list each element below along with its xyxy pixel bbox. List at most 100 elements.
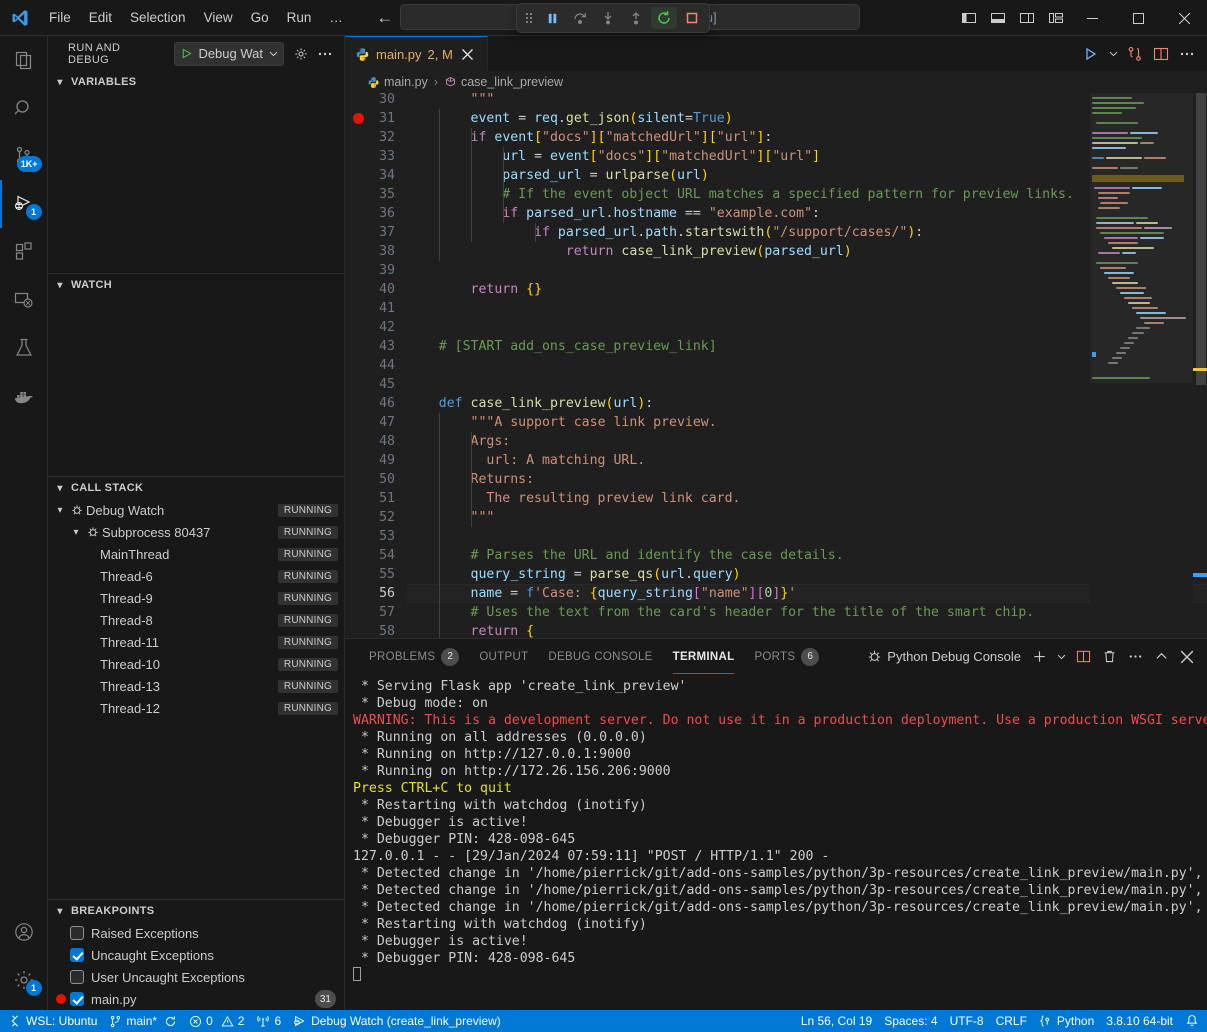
code-line[interactable]: return {} — [407, 280, 542, 299]
code-line[interactable]: query_string = parse_qs(url.query) — [407, 565, 741, 584]
status-remote-indicator[interactable]: WSL: Ubuntu — [2, 1010, 103, 1032]
terminal-output[interactable]: * Serving Flask app 'create_link_preview… — [345, 674, 1207, 1010]
toggle-primary-sidebar-icon[interactable] — [956, 6, 982, 30]
tab-ports[interactable]: PORTS 6 — [744, 639, 829, 674]
callstack-row[interactable]: ▾Debug WatchRUNNING — [48, 499, 344, 521]
activitybar-item-manage-settings[interactable]: 1 — [0, 956, 48, 1004]
activitybar-item-extensions[interactable] — [0, 228, 48, 276]
code-line[interactable]: def case_link_preview(url): — [407, 394, 653, 413]
breadcrumb-symbol[interactable]: case_link_preview — [461, 75, 563, 89]
terminal-selector[interactable]: Python Debug Console — [862, 645, 1026, 669]
code-line[interactable]: url = event["docs"]["matchedUrl"]["url"] — [407, 147, 820, 166]
split-editor-button[interactable] — [1149, 42, 1173, 66]
step-into-button[interactable] — [595, 7, 621, 29]
chevron-down-icon[interactable]: ▾ — [52, 505, 68, 516]
breakpoint-row[interactable]: Raised Exceptions — [48, 922, 344, 944]
restart-button[interactable] — [651, 7, 677, 29]
minimize-button[interactable] — [1069, 0, 1115, 36]
editor-vertical-scrollbar[interactable] — [1193, 93, 1207, 638]
maximize-panel-button[interactable] — [1149, 645, 1174, 669]
code-line[interactable]: # Parses the URL and identify the case d… — [407, 546, 844, 565]
callstack-row[interactable]: MainThreadRUNNING — [48, 543, 344, 565]
breakpoint-checkbox[interactable] — [70, 948, 84, 962]
status-cursor-position[interactable]: Ln 56, Col 19 — [795, 1010, 878, 1032]
toggle-secondary-sidebar-icon[interactable] — [1014, 6, 1040, 30]
activitybar-item-source-control[interactable]: 1K+ — [0, 132, 48, 180]
step-out-button[interactable] — [623, 7, 649, 29]
pane-header-breakpoints[interactable]: ▾ BREAKPOINTS — [48, 900, 344, 922]
status-interpreter[interactable]: 3.8.10 64-bit — [1100, 1010, 1179, 1032]
breakpoint-row[interactable]: Uncaught Exceptions — [48, 944, 344, 966]
menu-run[interactable]: Run — [278, 5, 321, 31]
callstack-row[interactable]: Thread-11RUNNING — [48, 631, 344, 653]
menu-file[interactable]: File — [40, 5, 80, 31]
toggle-panel-icon[interactable] — [985, 6, 1011, 30]
code-line[interactable]: if parsed_url.hostname == "example.com": — [407, 204, 820, 223]
tab-terminal[interactable]: TERMINAL — [663, 639, 745, 674]
tab-debug-console[interactable]: DEBUG CONSOLE — [538, 639, 662, 674]
status-problems[interactable]: 0 2 — [183, 1010, 250, 1032]
pane-header-watch[interactable]: ▾ WATCH — [48, 274, 344, 296]
code-line[interactable]: Args: — [407, 432, 510, 451]
tab-problems[interactable]: PROBLEMS 2 — [359, 639, 469, 674]
chevron-down-icon[interactable] — [1105, 42, 1121, 66]
code-line[interactable]: return { — [407, 622, 534, 638]
code-line[interactable]: """A support case link preview. — [407, 413, 717, 432]
stop-button[interactable] — [679, 7, 705, 29]
open-launch-json-icon[interactable] — [290, 43, 312, 65]
breadcrumb-file[interactable]: main.py — [384, 75, 428, 89]
debug-configuration-select[interactable]: Debug Wat — [174, 42, 284, 66]
scrollbar-thumb[interactable] — [1196, 93, 1206, 385]
chevron-down-icon[interactable]: ▾ — [68, 527, 84, 538]
go-back-icon[interactable]: ← — [374, 7, 396, 29]
code-line[interactable]: if parsed_url.path.startswith("/support/… — [407, 223, 923, 242]
code-text[interactable]: """ event = req.get_json(silent=True) if… — [407, 93, 1207, 638]
activitybar-item-docker[interactable] — [0, 372, 48, 420]
code-line[interactable]: The resulting preview link card. — [407, 489, 740, 508]
source-control-graph-icon[interactable] — [1123, 42, 1147, 66]
activitybar-item-search[interactable] — [0, 84, 48, 132]
split-terminal-button[interactable] — [1071, 645, 1096, 669]
code-line[interactable]: parsed_url = urlparse(url) — [407, 166, 709, 185]
activitybar-item-explorer[interactable] — [0, 36, 48, 84]
minimap[interactable] — [1090, 93, 1193, 638]
status-eol[interactable]: CRLF — [990, 1010, 1033, 1032]
breakpoint-checkbox[interactable] — [70, 992, 84, 1006]
status-debug-session[interactable]: Debug Watch (create_link_preview) — [287, 1010, 507, 1032]
callstack-row[interactable]: Thread-12RUNNING — [48, 697, 344, 719]
run-python-file-button[interactable] — [1079, 42, 1103, 66]
callstack-row[interactable]: Thread-13RUNNING — [48, 675, 344, 697]
code-line[interactable]: name = f'Case: {query_string["name"][0]}… — [407, 584, 796, 603]
pane-header-variables[interactable]: ▾ VARIABLES — [48, 71, 344, 93]
debug-toolbar[interactable] — [516, 3, 710, 33]
breakpoint-row[interactable]: User Uncaught Exceptions — [48, 966, 344, 988]
customize-layout-icon[interactable] — [1043, 6, 1069, 30]
menu-view[interactable]: View — [195, 5, 242, 31]
editor-breakpoint-dot[interactable] — [353, 113, 364, 124]
status-indentation[interactable]: Spaces: 4 — [878, 1010, 943, 1032]
code-line[interactable]: """ — [407, 508, 494, 527]
breakpoint-checkbox[interactable] — [70, 970, 84, 984]
code-line[interactable]: if event["docs"]["matchedUrl"]["url"]: — [407, 128, 772, 147]
code-line[interactable]: # If the event object URL matches a spec… — [407, 185, 1074, 204]
drag-handle-icon[interactable] — [521, 7, 537, 29]
close-button[interactable] — [1161, 0, 1207, 36]
pane-header-callstack[interactable]: ▾ CALL STACK — [48, 477, 344, 499]
activitybar-item-run-and-debug[interactable]: 1 — [0, 180, 48, 228]
code-line[interactable]: # Uses the text from the card's header f… — [407, 603, 1034, 622]
tab-main-py[interactable]: main.py 2, M — [345, 36, 488, 71]
tab-output[interactable]: OUTPUT — [469, 639, 538, 674]
callstack-row[interactable]: Thread-6RUNNING — [48, 565, 344, 587]
activitybar-item-accounts[interactable] — [0, 908, 48, 956]
callstack-row[interactable]: ▾Subprocess 80437RUNNING — [48, 521, 344, 543]
status-ports[interactable]: 6 — [250, 1010, 287, 1032]
editor-more-actions-icon[interactable] — [1175, 42, 1199, 66]
close-panel-button[interactable] — [1175, 645, 1199, 669]
callstack-row[interactable]: Thread-8RUNNING — [48, 609, 344, 631]
breakpoint-row[interactable]: main.py31 — [48, 988, 344, 1010]
pause-button[interactable] — [539, 7, 565, 29]
status-notifications[interactable] — [1179, 1010, 1205, 1032]
chevron-down-icon[interactable] — [1053, 645, 1070, 669]
step-over-button[interactable] — [567, 7, 593, 29]
callstack-row[interactable]: Thread-10RUNNING — [48, 653, 344, 675]
